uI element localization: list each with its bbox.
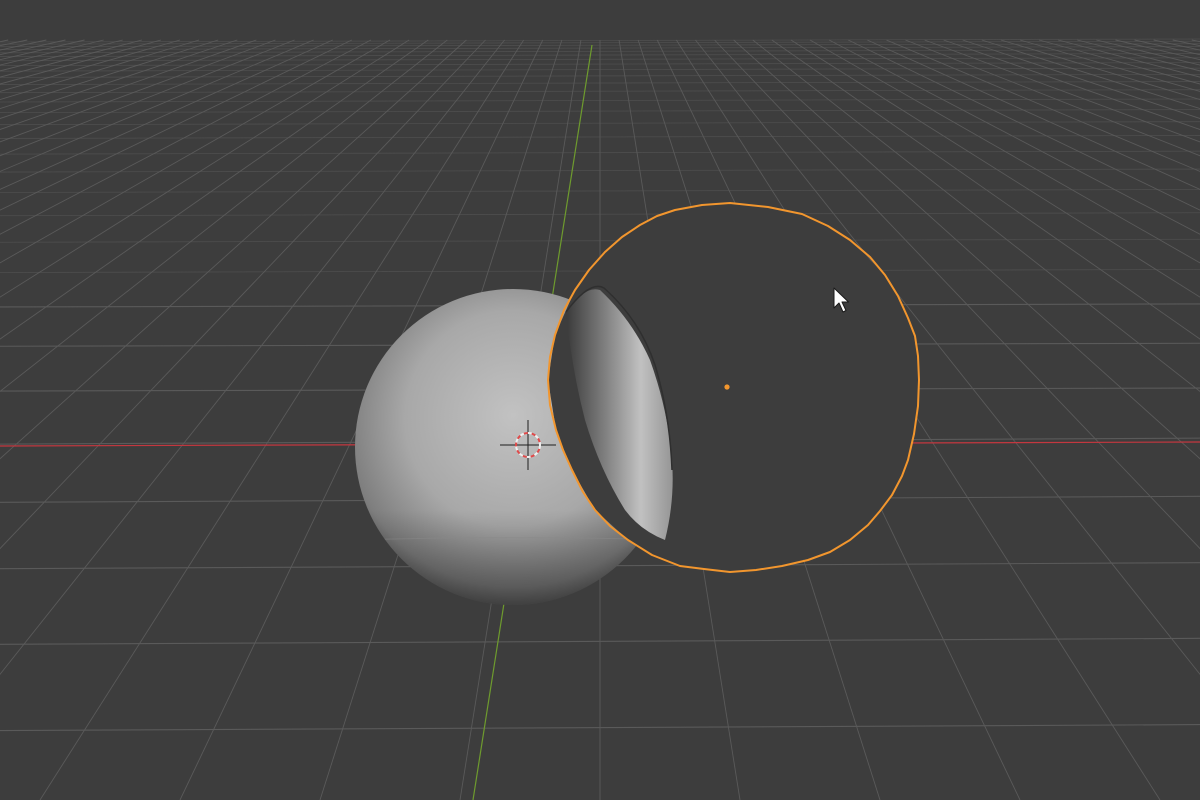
selected-sphere-object[interactable] bbox=[547, 202, 920, 573]
grid-line bbox=[886, 39, 1200, 172]
grid-line bbox=[1038, 39, 1200, 85]
grid-line bbox=[981, 39, 1200, 110]
grid-line bbox=[962, 39, 1200, 119]
grid-line bbox=[1077, 39, 1200, 72]
grid-line bbox=[1000, 39, 1200, 101]
grid-line bbox=[1096, 39, 1200, 66]
grid-line bbox=[1134, 39, 1200, 56]
viewport-canvas[interactable] bbox=[0, 0, 1200, 800]
grid-line bbox=[905, 39, 1200, 157]
grid-line bbox=[1153, 39, 1200, 51]
object-origin-dot bbox=[723, 383, 731, 391]
grid-line bbox=[867, 39, 1200, 190]
grid-line bbox=[943, 39, 1200, 131]
grid-line bbox=[1058, 39, 1200, 78]
3d-viewport[interactable] bbox=[0, 0, 1200, 800]
